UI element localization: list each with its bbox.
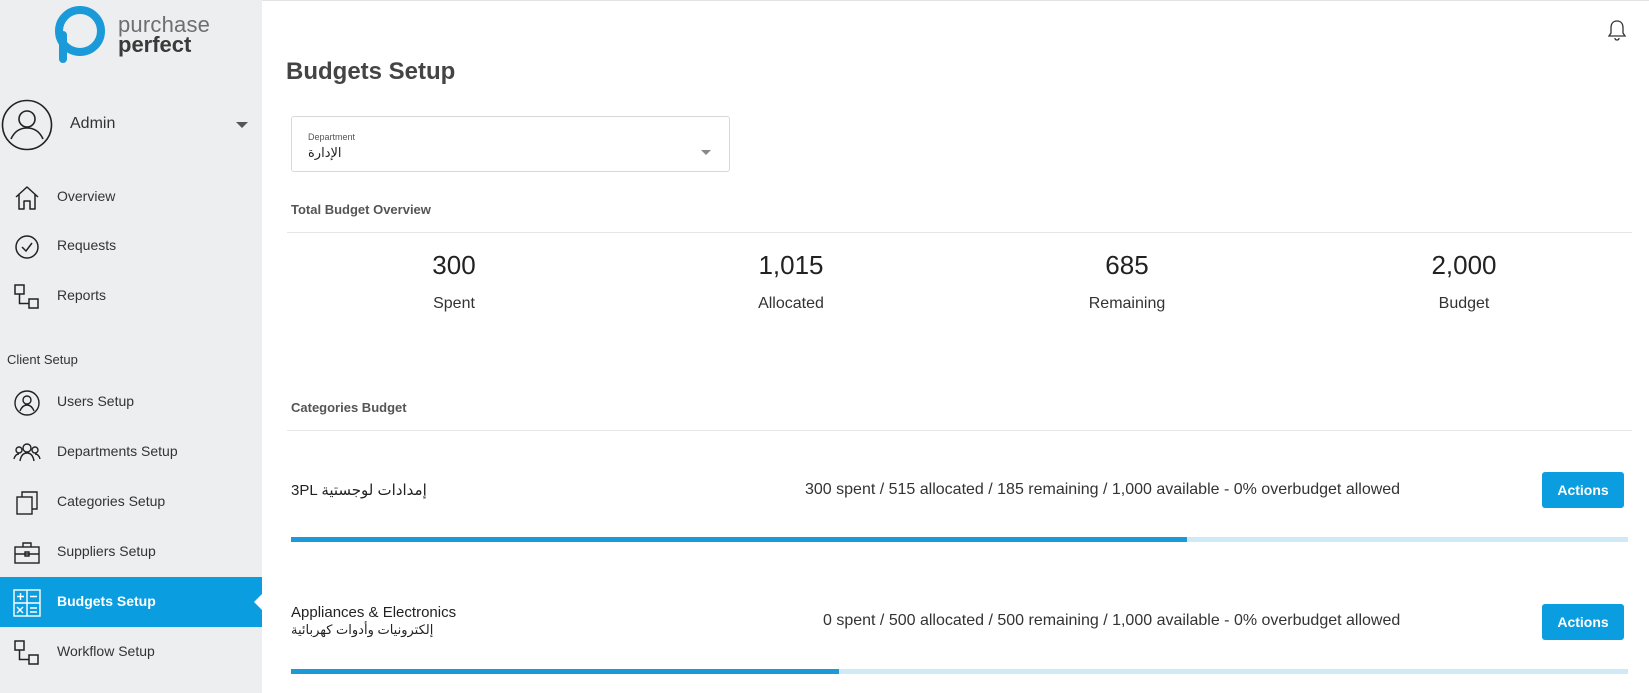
stat-allocated-caption: Allocated xyxy=(758,295,824,312)
workflow-icon xyxy=(14,640,39,665)
department-value: الإدارة xyxy=(308,145,342,160)
category-progress-fill xyxy=(291,537,1187,542)
chevron-down-icon xyxy=(701,150,711,155)
nav-overview[interactable]: Overview xyxy=(0,172,262,222)
categories-budget-heading: Categories Budget xyxy=(291,400,407,415)
sidebar: purchase perfect Admin Overview Requests… xyxy=(0,0,262,693)
section-client-setup: Client Setup xyxy=(7,352,78,367)
total-budget-overview-heading: Total Budget Overview xyxy=(291,202,431,217)
copy-icon xyxy=(16,491,38,515)
category-row: Appliances & Electronics إلكترونيات وأدو… xyxy=(291,604,1627,644)
department-label: Department xyxy=(308,132,356,142)
users-group-icon xyxy=(13,443,41,462)
user-icon xyxy=(14,390,40,416)
nav-overview-label: Overview xyxy=(57,188,116,204)
user-menu[interactable]: Admin xyxy=(0,98,262,154)
nav-categories-setup[interactable]: Categories Setup xyxy=(0,477,262,527)
actions-button[interactable]: Actions xyxy=(1542,604,1624,640)
nav-reports[interactable]: Reports xyxy=(0,271,262,321)
user-name: Admin xyxy=(70,115,116,132)
nav-workflow-setup-label: Workflow Setup xyxy=(57,643,155,659)
nav-users-setup-label: Users Setup xyxy=(57,393,135,409)
stat-allocated: 1,015 Allocated xyxy=(691,250,891,313)
stat-remaining-value: 685 xyxy=(1105,250,1149,280)
department-select[interactable]: Department الإدارة xyxy=(291,116,730,172)
category-summary: 300 spent / 515 allocated / 185 remainin… xyxy=(805,481,1401,498)
top-divider xyxy=(262,0,1649,1)
nav-departments-setup-label: Departments Setup xyxy=(57,443,178,459)
nav-reports-label: Reports xyxy=(57,287,107,303)
user-avatar-icon xyxy=(1,99,53,151)
category-name: 3PL إمدادات لوجستية xyxy=(291,482,427,499)
category-progress-fill xyxy=(291,669,840,674)
brand-logo[interactable]: purchase perfect xyxy=(54,4,214,70)
category-name-arabic: إلكترونيات وأدوات كهربائية xyxy=(291,622,434,637)
chevron-down-icon[interactable] xyxy=(236,122,248,128)
nav-requests-label: Requests xyxy=(57,237,117,253)
actions-button[interactable]: Actions xyxy=(1542,472,1624,508)
flow-icon xyxy=(14,284,39,309)
brand-line2: perfect xyxy=(118,32,192,57)
category-name: Appliances & Electronics xyxy=(291,604,457,621)
nav-suppliers-setup[interactable]: Suppliers Setup xyxy=(0,527,262,577)
divider xyxy=(287,232,1632,233)
stat-remaining: 685 Remaining xyxy=(1027,250,1227,313)
nav-suppliers-setup-label: Suppliers Setup xyxy=(57,543,156,559)
category-progress-bar xyxy=(291,669,1628,674)
bell-icon[interactable] xyxy=(1606,18,1628,42)
category-summary: 0 spent / 500 allocated / 500 remaining … xyxy=(823,612,1401,629)
home-icon xyxy=(15,186,39,210)
check-circle-icon xyxy=(15,235,39,259)
stat-remaining-caption: Remaining xyxy=(1088,295,1166,312)
purchase-perfect-logo-icon xyxy=(55,6,105,63)
stat-allocated-value: 1,015 xyxy=(758,250,824,280)
nav-budgets-setup[interactable]: Budgets Setup xyxy=(0,577,262,627)
nav-departments-setup[interactable]: Departments Setup xyxy=(0,427,262,477)
stat-budget: 2,000 Budget xyxy=(1364,250,1564,313)
stat-budget-value: 2,000 xyxy=(1431,250,1497,280)
stat-spent: 300 Spent xyxy=(354,250,554,313)
nav-categories-setup-label: Categories Setup xyxy=(57,493,166,509)
nav-requests[interactable]: Requests xyxy=(0,221,262,271)
briefcase-icon xyxy=(14,542,40,564)
page-title: Budgets Setup xyxy=(286,58,456,85)
category-row: 3PL إمدادات لوجستية 300 spent / 515 allo… xyxy=(291,472,1627,512)
nav-users-setup[interactable]: Users Setup xyxy=(0,377,262,427)
nav-workflow-setup[interactable]: Workflow Setup xyxy=(0,627,262,677)
calculator-icon xyxy=(13,589,41,617)
nav-budgets-setup-label: Budgets Setup xyxy=(57,593,156,609)
category-progress-bar xyxy=(291,537,1628,542)
divider xyxy=(287,430,1632,431)
stat-spent-caption: Spent xyxy=(433,295,475,312)
stat-spent-value: 300 xyxy=(432,250,476,280)
stat-budget-caption: Budget xyxy=(1438,295,1490,312)
